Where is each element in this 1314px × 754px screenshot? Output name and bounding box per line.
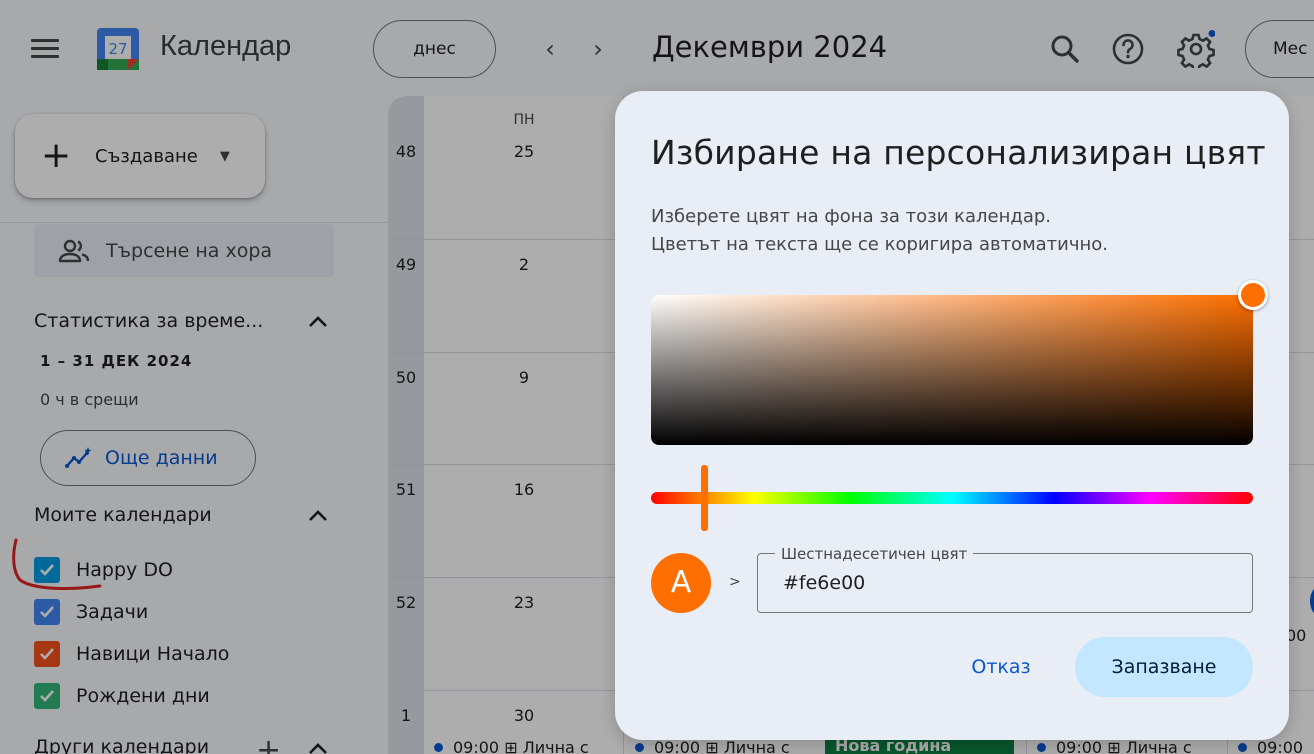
hex-color-value[interactable]: #fe6e00 xyxy=(783,572,865,594)
hue-slider[interactable] xyxy=(651,492,1253,504)
dialog-description-line: Цветът на текста ще се коригира автомати… xyxy=(651,234,1109,255)
saturation-value-picker[interactable] xyxy=(651,295,1253,445)
dialog-description: Изберете цвят на фона за този календар. … xyxy=(651,203,1108,259)
hex-color-label: Шестнадесетичен цвят xyxy=(775,545,974,563)
dialog-description-line: Изберете цвят на фона за този календар. xyxy=(651,206,1052,227)
dialog-title: Избиране на персонализиран цвят xyxy=(651,133,1266,172)
custom-color-dialog: Избиране на персонализиран цвят Изберете… xyxy=(615,91,1289,740)
hue-slider-handle[interactable] xyxy=(701,465,708,531)
cancel-button[interactable]: Отказ xyxy=(951,637,1051,697)
color-preview-avatar: A xyxy=(651,553,711,613)
saturation-picker-handle[interactable] xyxy=(1238,280,1268,310)
save-button[interactable]: Запазване xyxy=(1075,637,1253,697)
preview-arrow: > xyxy=(729,574,741,590)
